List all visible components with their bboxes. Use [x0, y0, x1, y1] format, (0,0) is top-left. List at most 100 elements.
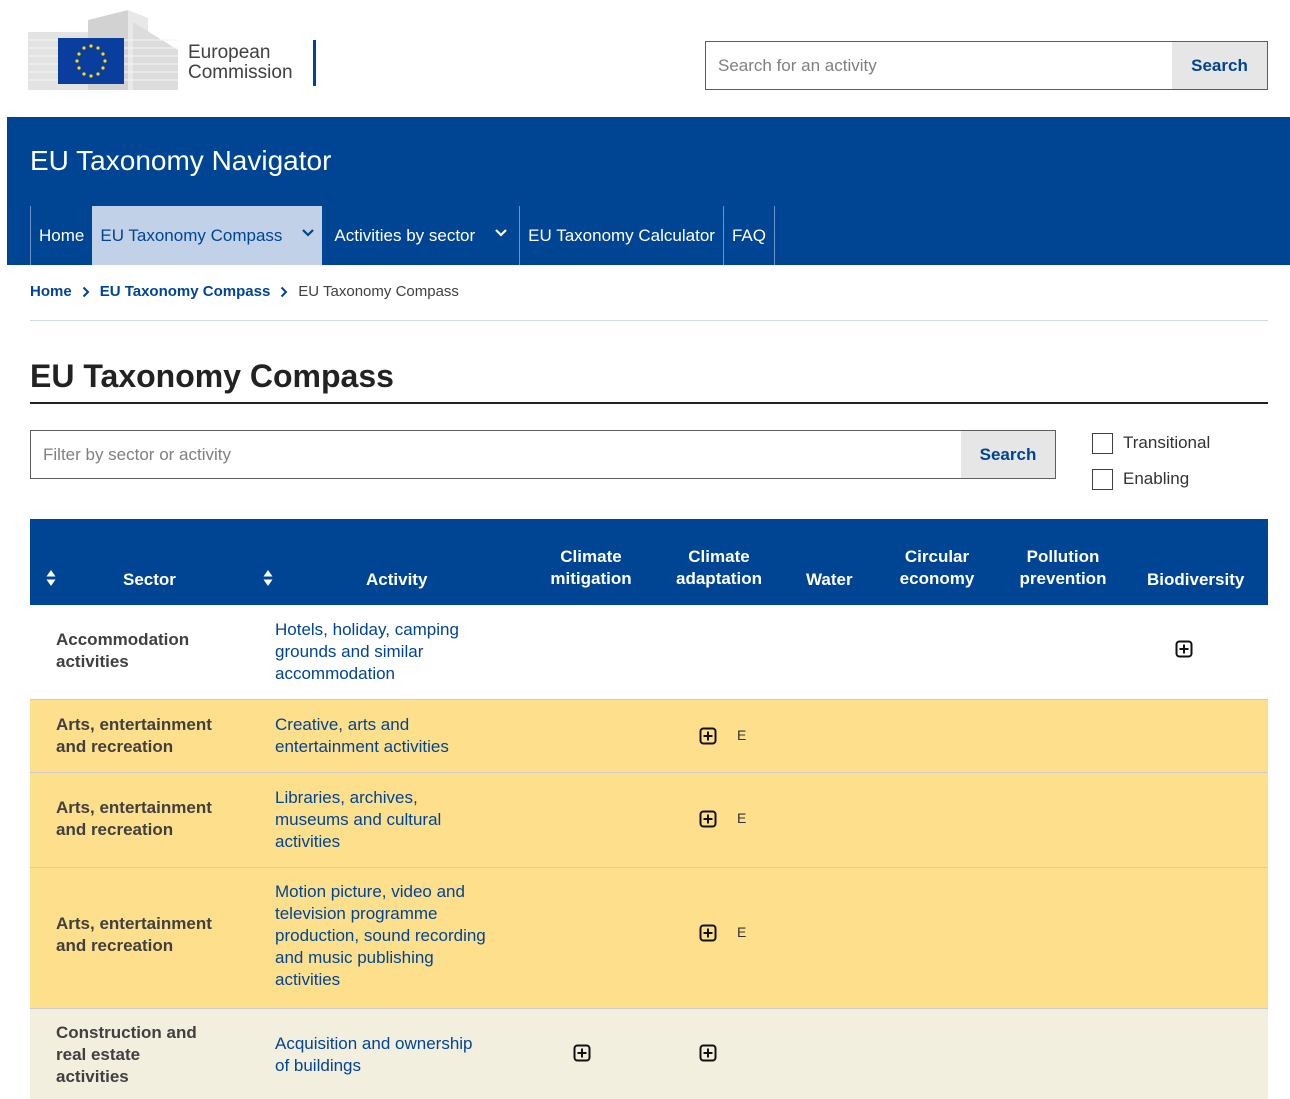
table-row: Arts, entertainment and recreation Libra… — [30, 773, 1268, 868]
breadcrumb-compass[interactable]: EU Taxonomy Compass — [100, 283, 271, 300]
activity-line: of buildings — [275, 1056, 362, 1075]
nav-home-label: Home — [39, 225, 85, 245]
nav-faq-label: FAQ — [731, 225, 766, 245]
table-row: Arts, entertainment and recreation Motio… — [30, 868, 1268, 1009]
site-search: Search for an activity Search — [705, 41, 1268, 90]
site-title[interactable]: EU Taxonomy Navigator — [30, 145, 331, 177]
activity-line: and music publishing — [275, 948, 434, 967]
col-water: Water — [806, 570, 853, 589]
sector-line: Construction and — [56, 1023, 197, 1042]
table-header: Sector Activity Climate mitigation Clima… — [30, 519, 1268, 605]
commission-building-icon — [28, 10, 178, 90]
nav-activities-by-sector[interactable]: Activities by sector — [322, 206, 519, 265]
sector-line: real estate — [56, 1045, 141, 1064]
row-sector: Arts, entertainment and recreation — [56, 797, 212, 841]
activity-line: Libraries, archives, — [275, 788, 418, 807]
expand-plus-icon[interactable] — [699, 1044, 717, 1062]
col-activity[interactable]: Activity — [366, 569, 427, 591]
col-climate-mitigation: Climate mitigation — [545, 546, 637, 590]
col-biodiversity: Biodiversity — [1147, 570, 1245, 589]
activity-line: production, sound recording — [275, 926, 486, 945]
col-label: economy — [899, 569, 975, 588]
transitional-label: Transitional — [1123, 433, 1211, 452]
row-activity-link[interactable]: Acquisition and ownership of buildings — [275, 1033, 505, 1077]
logo-line2: Commission — [188, 62, 293, 83]
sector-line: Accommodation — [56, 630, 190, 649]
title-underline — [30, 402, 1268, 404]
sector-line: Arts, entertainment — [56, 914, 212, 933]
sector-line: Arts, entertainment — [56, 798, 212, 817]
site-search-button[interactable]: Search — [1172, 42, 1267, 89]
enabling-label: Enabling — [1123, 469, 1190, 488]
enabling-tag: E — [737, 810, 747, 826]
col-label: Pollution — [1026, 547, 1100, 566]
enabling-checkbox[interactable]: Enabling — [1092, 468, 1210, 490]
sector-line: activities — [56, 1067, 129, 1086]
nav-home[interactable]: Home — [30, 206, 92, 265]
activity-line: accommodation — [275, 664, 396, 683]
nav-faq[interactable]: FAQ — [722, 206, 775, 265]
nav-eu-taxonomy-calculator[interactable]: EU Taxonomy Calculator — [519, 206, 723, 265]
activity-line: grounds and similar — [275, 642, 424, 661]
sector-line: and recreation — [56, 936, 174, 955]
activity-line: Motion picture, video and — [275, 882, 465, 901]
expand-plus-icon[interactable] — [699, 727, 717, 745]
row-activity-link[interactable]: Creative, arts and entertainment activit… — [275, 714, 505, 758]
row-activity-link[interactable]: Hotels, holiday, camping grounds and sim… — [275, 619, 505, 685]
col-sector[interactable]: Sector — [123, 569, 176, 591]
compass-table: Sector Activity Climate mitigation Clima… — [30, 519, 1268, 1099]
col-label: mitigation — [550, 569, 632, 588]
activity-line: activities — [275, 970, 341, 989]
activity-line: museums and cultural — [275, 810, 442, 829]
filter-input[interactable]: Filter by sector or activity — [31, 431, 961, 478]
chevron-down-icon — [302, 228, 315, 239]
nav-eu-taxonomy-compass[interactable]: EU Taxonomy Compass — [92, 206, 323, 265]
checkbox-box[interactable] — [1092, 468, 1113, 490]
logo-line1: European — [188, 42, 271, 63]
expand-plus-icon[interactable] — [573, 1044, 591, 1062]
sector-line: Arts, entertainment — [56, 715, 212, 734]
row-activity-link[interactable]: Libraries, archives, museums and cultura… — [275, 787, 505, 853]
chevron-right-icon — [82, 286, 90, 297]
expand-plus-icon[interactable] — [1175, 640, 1193, 658]
activity-line: Creative, arts and — [275, 715, 410, 734]
sector-line: activities — [56, 652, 129, 671]
site-header: European Commission Search for an activi… — [0, 0, 1290, 117]
nav-activities-label: Activities by sector — [334, 225, 476, 245]
filter-options: Transitional Enabling — [1092, 432, 1210, 504]
row-sector: Construction and real estate activities — [56, 1022, 197, 1088]
filter-bar: Filter by sector or activity Search — [30, 430, 1056, 479]
col-label: Circular — [904, 547, 970, 566]
filter-search-button[interactable]: Search — [961, 431, 1055, 478]
enabling-tag: E — [737, 727, 747, 743]
row-activity-link[interactable]: Motion picture, video and television pro… — [275, 881, 505, 991]
col-label: prevention — [1019, 569, 1107, 588]
site-search-input[interactable]: Search for an activity — [706, 42, 1172, 89]
transitional-checkbox[interactable]: Transitional — [1092, 432, 1210, 454]
col-label: adaptation — [676, 569, 762, 588]
activity-line: television programme — [275, 904, 438, 923]
table-row: Construction and real estate activities … — [30, 1009, 1268, 1099]
sort-icon[interactable] — [263, 569, 273, 587]
sort-icon[interactable] — [46, 569, 56, 587]
table-row: Arts, entertainment and recreation Creat… — [30, 700, 1268, 773]
site-banner: EU Taxonomy Navigator Home EU Taxonomy C… — [7, 117, 1290, 265]
chevron-down-icon — [495, 228, 507, 239]
european-commission-logo[interactable]: European Commission — [28, 10, 328, 90]
breadcrumb-home[interactable]: Home — [30, 283, 72, 300]
row-sector: Arts, entertainment and recreation — [56, 714, 212, 758]
row-sector: Accommodation activities — [56, 629, 189, 673]
checkbox-box[interactable] — [1092, 432, 1113, 454]
col-label: Climate — [688, 547, 750, 566]
activity-line: Hotels, holiday, camping — [275, 620, 459, 639]
col-climate-adaptation: Climate adaptation — [670, 546, 768, 590]
sector-line: and recreation — [56, 820, 174, 839]
activity-line: activities — [275, 832, 341, 851]
expand-plus-icon[interactable] — [699, 810, 717, 828]
enabling-tag: E — [737, 924, 747, 940]
col-circular-economy: Circular economy — [896, 546, 978, 590]
activity-line: Acquisition and ownership — [275, 1034, 473, 1053]
sector-line: and recreation — [56, 737, 174, 756]
main-nav: Home EU Taxonomy Compass Activities by s… — [30, 206, 775, 265]
expand-plus-icon[interactable] — [699, 924, 717, 942]
